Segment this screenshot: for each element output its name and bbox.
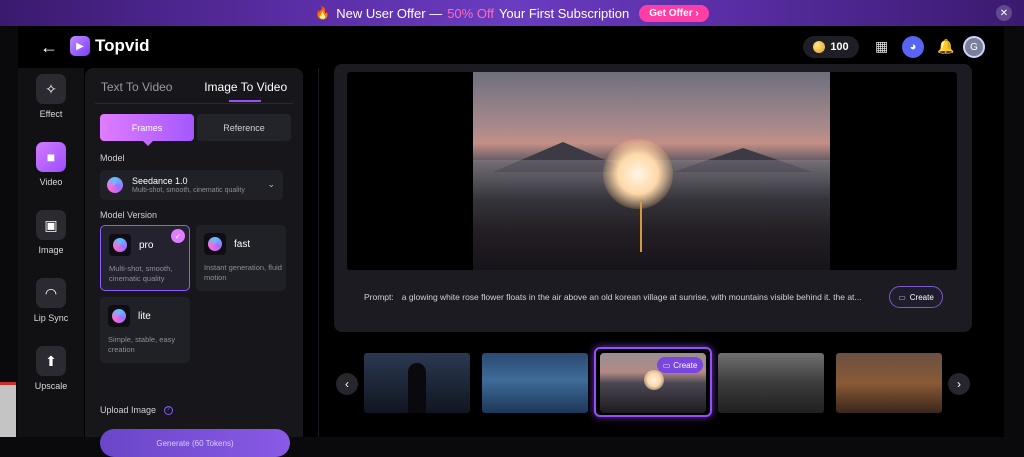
version-name: lite	[138, 311, 151, 322]
video-icon: ■	[36, 142, 66, 172]
version-card-fast[interactable]: fast Instant generation, fluid motion	[196, 225, 286, 291]
discord-icon[interactable]: ◕	[902, 36, 924, 58]
model-label: Model	[100, 153, 125, 163]
video-camera-icon: ▭	[898, 292, 906, 302]
promo-text-after: Your First Subscription	[498, 5, 630, 21]
settings-panel: Text To Video Image To Video Frames Refe…	[85, 68, 303, 457]
info-icon[interactable]: ?	[163, 406, 173, 416]
thumbnail-create-button[interactable]: ▭ Create	[657, 357, 703, 373]
version-card-pro[interactable]: pro Multi-shot, smooth, cinematic qualit…	[100, 225, 190, 291]
seedance-logo-icon	[108, 305, 130, 327]
chevron-down-icon: ⌄	[267, 179, 275, 189]
bell-icon[interactable]: 🔔	[937, 38, 954, 55]
app-window: ← ▶ Topvid 100 ▦ ◕ 🔔 G ✧ Effect ■ Video …	[18, 26, 1004, 457]
create-button[interactable]: ▭ Create	[889, 286, 943, 308]
seedance-logo-icon	[107, 177, 123, 193]
lips-icon: ◠	[36, 278, 66, 308]
rail-label: Effect	[39, 109, 63, 119]
video-camera-icon: ▭	[662, 360, 671, 370]
panel-divider	[318, 68, 319, 437]
topvid-logo-icon: ▶	[70, 36, 90, 56]
preview-image[interactable]	[473, 72, 830, 270]
create-label: Create	[909, 292, 934, 302]
active-tab-indicator	[229, 100, 261, 102]
thumbnail[interactable]	[718, 353, 824, 413]
prompt-text: a glowing white rose flower floats in th…	[401, 292, 862, 302]
version-desc: Multi-shot, smooth, cinematic quality	[109, 264, 173, 283]
model-name: Seedance 1.0	[132, 176, 188, 186]
rail-item-video[interactable]: ■ Video	[18, 142, 84, 187]
prompt-label: Prompt:	[364, 292, 394, 302]
token-count: 100	[830, 41, 849, 53]
upload-image-label: Upload Image ?	[100, 405, 173, 416]
thumbnail[interactable]	[482, 353, 588, 413]
tabs-divider	[95, 103, 293, 104]
generate-button[interactable]: Generate (60 Tokens)	[100, 429, 290, 457]
rail-item-upscale[interactable]: ⬆ Upscale	[18, 346, 84, 391]
thumbnail[interactable]	[836, 353, 942, 413]
version-desc: Instant generation, fluid motion	[204, 263, 282, 282]
promo-banner: 🔥 New User Offer — 50% Off Your First Su…	[0, 0, 1024, 26]
version-name: fast	[234, 239, 251, 250]
upscale-icon: ⬆	[36, 346, 66, 376]
model-select[interactable]: Seedance 1.0 Multi-shot, smooth, cinemat…	[100, 170, 283, 200]
version-card-lite[interactable]: lite Simple, stable, easy creation	[100, 297, 190, 363]
get-offer-button[interactable]: Get Offer ›	[639, 4, 709, 22]
version-desc: Simple, stable, easy creation	[108, 335, 176, 354]
thumbnail[interactable]	[364, 353, 470, 413]
token-balance[interactable]: 100	[803, 36, 859, 58]
rail-item-effect[interactable]: ✧ Effect	[18, 74, 84, 119]
rail-item-image[interactable]: ▣ Image	[18, 210, 84, 255]
close-icon[interactable]: ✕	[996, 5, 1012, 21]
avatar[interactable]: G	[963, 36, 985, 58]
logo-text: Topvid	[95, 36, 150, 55]
rail-label: Video	[39, 177, 63, 187]
figure-silhouette	[408, 363, 426, 413]
preview-viewer: Prompt: a glowing white rose flower floa…	[334, 64, 972, 332]
prompt-row: Prompt: a glowing white rose flower floa…	[347, 280, 957, 314]
version-name: pro	[139, 240, 154, 251]
rail-label: Upscale	[34, 381, 68, 391]
coin-icon	[813, 41, 826, 53]
segment-pointer	[143, 141, 153, 146]
rail-label: Image	[38, 245, 64, 255]
promo-percent: 50% Off	[447, 5, 494, 21]
rail-item-lip-sync[interactable]: ◠ Lip Sync	[18, 278, 84, 323]
preview-stage	[347, 72, 957, 270]
model-desc: Multi-shot, smooth, cinematic quality	[132, 187, 245, 194]
top-bar: ← ▶ Topvid 100 ▦ ◕ 🔔 G	[18, 26, 1004, 68]
rose-glow	[603, 139, 673, 209]
logo[interactable]: ▶ Topvid	[70, 36, 149, 56]
seedance-logo-icon	[204, 233, 226, 255]
rail-label: Lip Sync	[33, 313, 69, 323]
promo-text-before: New User Offer —	[336, 5, 443, 21]
arrow-left-icon[interactable]: ←	[40, 37, 58, 58]
strip-next-button[interactable]: ›	[948, 373, 970, 395]
side-rail: ✧ Effect ■ Video ▣ Image ◠ Lip Sync ⬆ Up…	[18, 68, 84, 437]
background-window-edge	[0, 382, 16, 437]
upload-image-text: Upload Image	[100, 405, 157, 415]
model-version-label: Model Version	[100, 210, 158, 220]
reference-button[interactable]: Reference	[197, 114, 291, 141]
fire-icon: 🔥	[315, 6, 331, 20]
thumbnail-create-label: Create	[673, 360, 698, 370]
check-icon: ✓	[171, 229, 185, 243]
image-icon: ▣	[36, 210, 66, 240]
magic-wand-icon: ✧	[36, 74, 66, 104]
background-window-accent	[0, 382, 16, 385]
rose-stem	[640, 202, 642, 252]
strip-prev-button[interactable]: ‹	[336, 373, 358, 395]
seedance-logo-icon	[109, 234, 131, 256]
calendar-icon[interactable]: ▦	[875, 38, 888, 55]
frames-button[interactable]: Frames	[100, 114, 194, 141]
